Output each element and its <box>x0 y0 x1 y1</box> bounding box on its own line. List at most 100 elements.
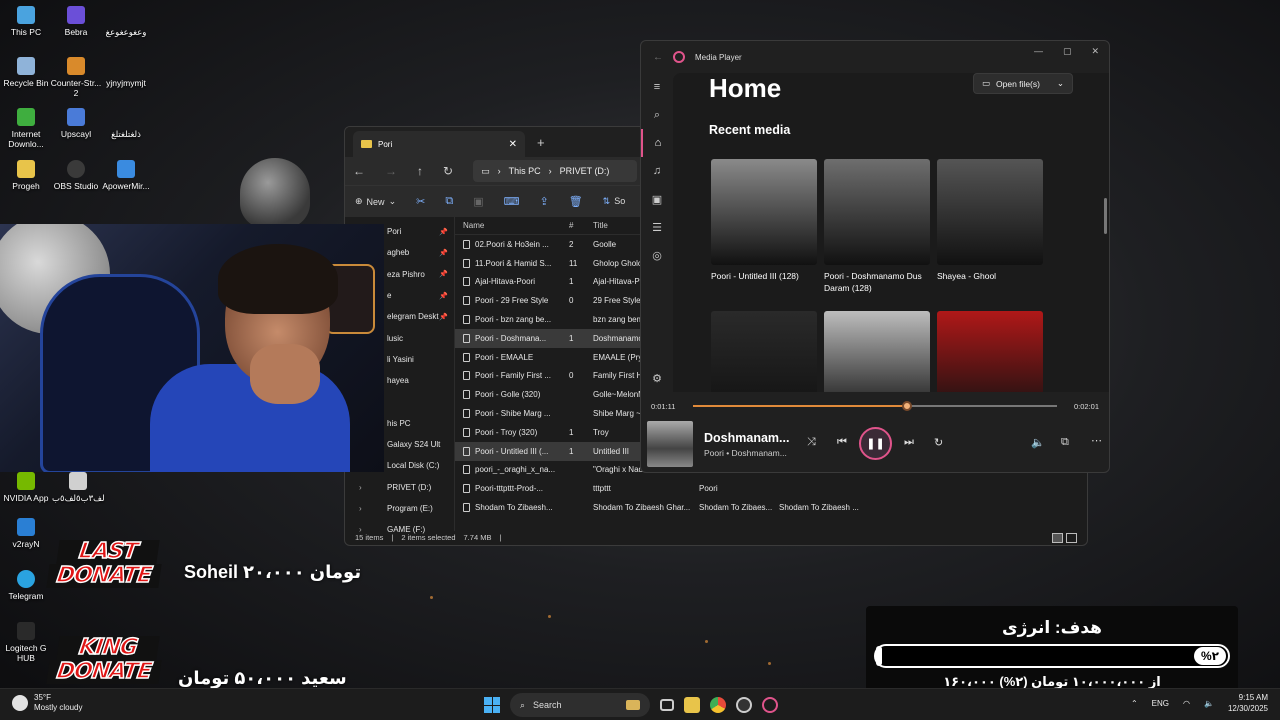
up-arrow-icon[interactable]: ↑ <box>417 164 423 178</box>
desktop-icon-file-1[interactable]: وعغوعغوعغ <box>100 6 152 37</box>
open-files-button[interactable]: ▭ Open file(s) ⌄ <box>973 73 1073 94</box>
desktop-icon-file-3[interactable]: ذلغتلغتلغ <box>100 108 152 139</box>
media-card-label: Shayea - Ghool <box>937 271 997 281</box>
playlists-icon[interactable]: ◎ <box>641 241 673 269</box>
media-card[interactable] <box>937 311 1043 392</box>
now-playing-artist[interactable]: Poori • Doshmanam... <box>704 448 798 458</box>
close-tab-icon[interactable]: ✕ <box>509 139 517 150</box>
file-name-text: Poori - Golle (320) <box>475 390 541 400</box>
shuffle-icon[interactable]: ⤨ <box>807 436 816 449</box>
nav-item[interactable]: › Program (E:) <box>345 498 454 519</box>
start-button[interactable] <box>484 697 500 713</box>
nav-item[interactable]: › PRIVET (D:) <box>345 477 454 498</box>
desktop-icon-telegram[interactable]: Telegram <box>0 570 52 601</box>
column-name[interactable]: Name <box>455 221 565 230</box>
file-row[interactable]: Shodam To Zibaesh... Shodam To Zibaesh Gh… <box>455 498 1087 517</box>
play-queue-icon[interactable]: ☰ <box>641 213 673 241</box>
close-icon[interactable]: ✕ <box>1091 46 1099 57</box>
badge-line-2: DONATE <box>46 562 162 589</box>
breadcrumb-root[interactable]: This PC <box>509 166 541 176</box>
desktop-icon-counter-strike[interactable]: Counter-Str... 2 <box>50 57 102 98</box>
album-art[interactable] <box>647 421 693 467</box>
status-bar: 15 items | 2 items selected 7.74 MB | <box>345 529 1087 545</box>
search-icon[interactable]: ⌕ <box>641 101 673 129</box>
scrollbar[interactable] <box>1104 198 1107 234</box>
media-card[interactable] <box>711 311 817 392</box>
back-arrow-icon[interactable]: ← <box>653 52 663 63</box>
task-view-icon[interactable] <box>660 699 674 711</box>
desktop-icon-this-pc[interactable]: This PC <box>0 6 52 37</box>
address-bar[interactable]: ▭ › This PC › PRIVET (D:) <box>473 160 638 182</box>
desktop-icon-progeh[interactable]: Progeh <box>0 160 52 191</box>
delete-icon[interactable]: 🗑 <box>569 195 583 208</box>
weather-desc: Mostly cloudy <box>34 703 83 712</box>
goal-progress-bar: %۲ <box>874 644 1230 668</box>
breadcrumb-drive[interactable]: PRIVET (D:) <box>560 166 610 176</box>
back-arrow-icon[interactable]: ← <box>353 164 365 178</box>
status-divider: | <box>499 532 502 542</box>
previous-icon[interactable]: ⏮ <box>837 436 847 449</box>
new-tab-icon[interactable]: + <box>537 135 545 150</box>
rename-icon[interactable]: ⌨ <box>504 195 520 208</box>
column-number[interactable]: # <box>565 221 593 230</box>
copy-icon[interactable]: ⧉ <box>445 195 453 208</box>
music-icon[interactable]: ♫ <box>641 157 673 185</box>
tiles-view-icon[interactable] <box>1066 533 1077 543</box>
file-explorer-taskbar-icon[interactable] <box>684 697 700 713</box>
cut-icon[interactable]: ✂ <box>416 195 425 208</box>
refresh-icon[interactable]: ↻ <box>443 164 453 178</box>
new-button[interactable]: ⊕ New ⌄ <box>355 196 396 207</box>
clock[interactable]: 9:15 AM 12/30/2025 <box>1228 692 1268 714</box>
speaker-icon[interactable]: 🔈 <box>1204 699 1214 708</box>
media-player-taskbar-icon[interactable] <box>762 697 778 713</box>
desktop-icon-recycle-bin[interactable]: Recycle Bin <box>0 57 52 88</box>
chrome-taskbar-icon[interactable] <box>710 697 726 713</box>
media-card[interactable]: Shayea - Ghool <box>937 159 1043 282</box>
more-options-icon[interactable]: ⋯ <box>1091 434 1102 447</box>
desktop-icon-file-2[interactable]: yjnyjmymjt <box>100 57 152 88</box>
streamer-hand <box>250 344 320 404</box>
weather-widget[interactable]: 35°F Mostly cloudy <box>12 693 82 713</box>
audio-file-icon <box>463 503 470 513</box>
minimize-icon[interactable]: — <box>1034 46 1043 57</box>
desktop-icon-idm[interactable]: Internet Downlo... <box>0 108 52 149</box>
paste-icon[interactable]: ▣ <box>473 195 483 208</box>
media-card[interactable]: Poori - Untitled III (128) <box>711 159 817 282</box>
seek-track[interactable] <box>693 401 1057 411</box>
chevron-up-icon[interactable]: ⌃ <box>1131 699 1138 708</box>
details-view-icon[interactable] <box>1052 533 1063 543</box>
media-card[interactable] <box>824 311 930 392</box>
pause-button[interactable]: ❚❚ <box>859 427 892 460</box>
desktop-icon-apowermirror[interactable]: ApowerMir... <box>100 160 152 191</box>
taskbar-search[interactable]: ⌕ Search <box>510 693 650 717</box>
file-row[interactable]: Poori-tttpttt-Prod-... tttpttt Poori <box>455 479 1087 498</box>
desktop-icon-bebra[interactable]: Bebra <box>50 6 102 37</box>
miniplayer-icon[interactable]: ⧉ <box>1061 436 1069 449</box>
desktop-icon-logitech[interactable]: Logitech G HUB <box>0 622 52 663</box>
repeat-icon[interactable]: ↻ <box>934 436 943 449</box>
wifi-icon[interactable]: ◠ <box>1183 699 1190 708</box>
video-icon[interactable]: ▣ <box>641 185 673 213</box>
settings-icon[interactable]: ⚙ <box>641 364 673 392</box>
chevron-right-icon[interactable]: › <box>359 483 362 492</box>
explorer-tab[interactable]: Pori ✕ <box>353 131 525 157</box>
now-playing-title[interactable]: Doshmanam... <box>704 431 798 445</box>
seek-thumb[interactable] <box>901 401 912 411</box>
menu-icon[interactable]: ≡ <box>641 73 673 101</box>
desktop-icon-v2rayn[interactable]: v2rayN <box>0 518 52 549</box>
language-indicator[interactable]: ENG <box>1152 699 1169 708</box>
share-icon[interactable]: ⇪ <box>539 195 548 208</box>
next-icon[interactable]: ⏭ <box>904 436 914 449</box>
chevron-right-icon[interactable]: › <box>359 504 362 513</box>
maximize-icon[interactable]: ▢ <box>1063 46 1072 57</box>
desktop-icon-upscayl[interactable]: Upscayl <box>50 108 102 139</box>
media-card[interactable]: Poori - Doshmanamo Dus Daram (128) <box>824 159 930 294</box>
desktop-icon-obs[interactable]: OBS Studio <box>50 160 102 191</box>
sort-button[interactable]: ⇅ So <box>603 196 626 207</box>
home-icon[interactable]: ⌂ <box>641 129 673 157</box>
forward-arrow-icon[interactable]: → <box>385 164 397 178</box>
obs-taskbar-icon[interactable] <box>736 697 752 713</box>
desktop-icon-nvidia[interactable]: NVIDIA App <box>0 472 52 503</box>
desktop-icon-file-4[interactable]: لف۳ب٥لف٥ب <box>52 472 105 503</box>
volume-icon[interactable]: 🔈 <box>1031 436 1045 449</box>
